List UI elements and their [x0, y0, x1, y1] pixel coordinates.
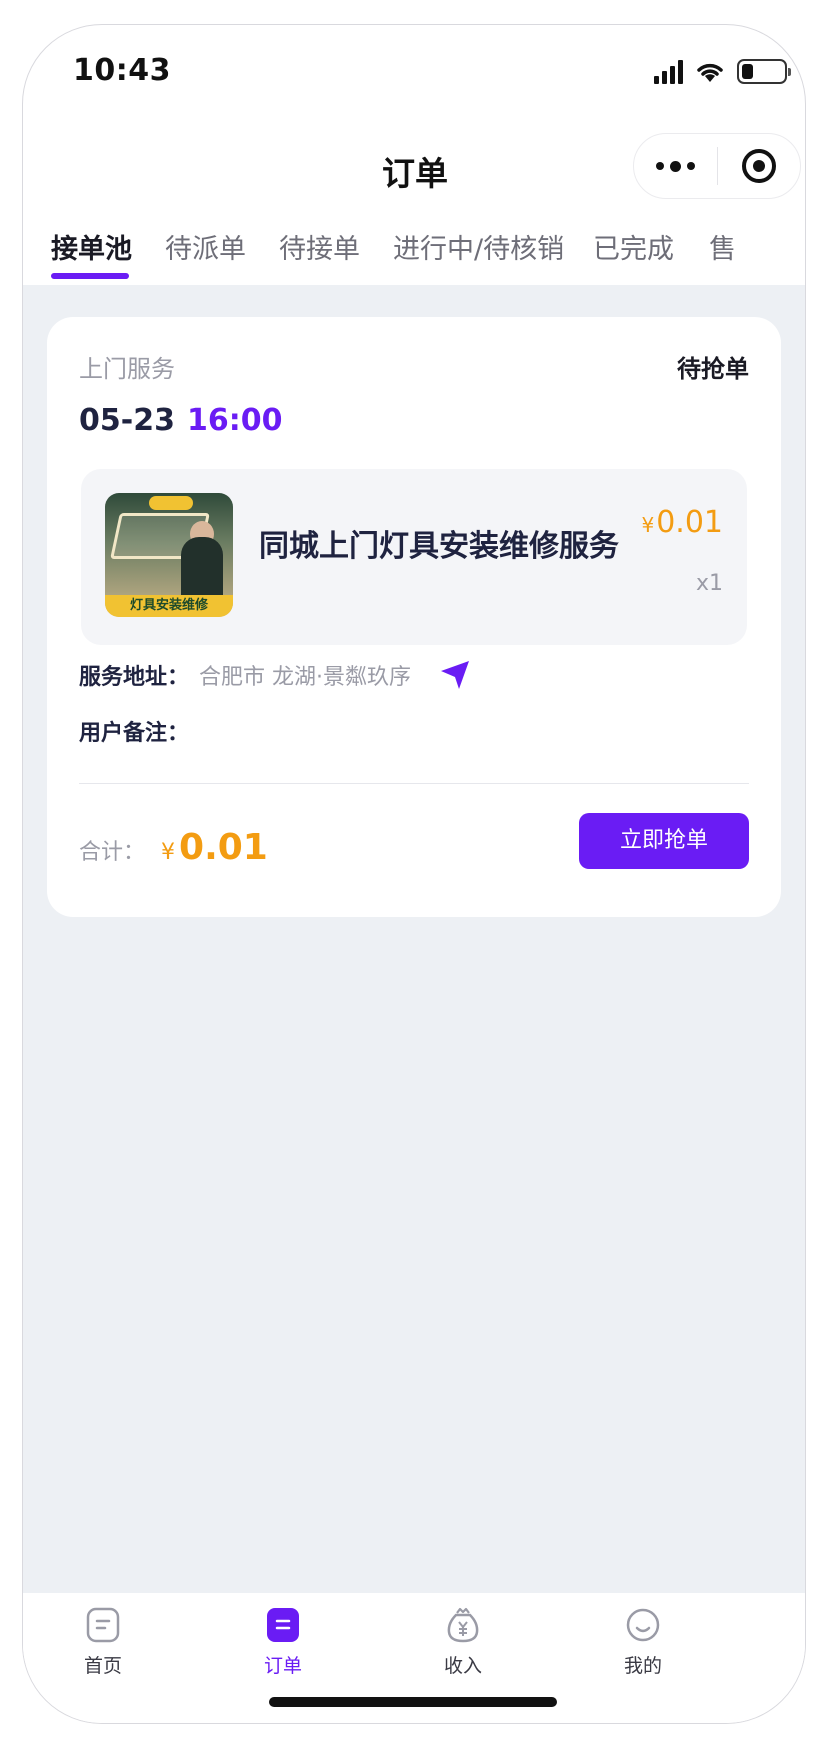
tabbar-income[interactable]: 收入	[403, 1607, 523, 1678]
nav-bar: 订单	[23, 121, 805, 213]
total-row: 合计： ¥ 0.01	[79, 827, 268, 868]
navigation-arrow-icon[interactable]	[437, 657, 473, 693]
order-tabs: 接单池 待派单 待接单 进行中/待核销 已完成 售	[23, 213, 805, 293]
service-address-row: 服务地址： 合肥市 龙湖·景粼玖序	[79, 657, 473, 693]
profile-icon	[626, 1608, 660, 1642]
service-type: 上门服务	[79, 355, 175, 383]
total-currency: ¥	[161, 840, 176, 865]
close-button[interactable]	[718, 134, 801, 198]
appointment-date: 05-23	[79, 403, 175, 438]
grab-order-button[interactable]: 立即抢单	[579, 813, 749, 869]
thumbnail-banner: 灯具安装维修	[105, 595, 233, 617]
close-target-icon	[741, 149, 776, 183]
order-list: 上门服务 待抢单 05-23 16:00 灯具安装维修 同城上门灯具安装维修服务 …	[23, 285, 805, 1593]
total-label: 合计：	[79, 840, 146, 865]
status-icons	[654, 59, 791, 84]
thumbnail-logo	[149, 496, 193, 510]
battery-icon	[737, 59, 791, 84]
tab-pending-accept[interactable]: 待接单	[279, 227, 360, 266]
technician-figure	[181, 537, 223, 601]
user-remark: 用户备注：	[79, 721, 190, 746]
tab-pending-dispatch[interactable]: 待派单	[165, 227, 246, 266]
address-value: 合肥市 龙湖·景粼玖序	[199, 665, 412, 690]
tabbar-profile[interactable]: 我的	[583, 1607, 703, 1678]
tabbar-orders-label: 订单	[263, 1655, 302, 1677]
home-icon	[86, 1607, 120, 1643]
tab-completed[interactable]: 已完成	[593, 227, 674, 266]
mini-program-capsule	[633, 133, 801, 199]
total-amount: 0.01	[179, 827, 268, 868]
tabbar-home[interactable]: 首页	[43, 1607, 163, 1678]
tab-after-sales[interactable]: 售	[709, 227, 736, 266]
tabbar-orders[interactable]: 订单	[223, 1607, 343, 1678]
status-time: 10:43	[73, 53, 171, 88]
more-button[interactable]	[634, 134, 717, 198]
tab-indicator	[51, 273, 129, 279]
order-card[interactable]: 上门服务 待抢单 05-23 16:00 灯具安装维修 同城上门灯具安装维修服务 …	[47, 317, 781, 917]
tab-in-progress[interactable]: 进行中/待核销	[393, 227, 564, 266]
product-currency: ¥	[641, 513, 655, 537]
status-bar: 10:43	[23, 25, 805, 121]
tabbar-home-label: 首页	[83, 1655, 122, 1677]
product-price: ¥0.01	[641, 505, 723, 540]
tab-order-pool[interactable]: 接单池	[51, 227, 132, 266]
product-name: 同城上门灯具安装维修服务	[259, 529, 619, 564]
product-item[interactable]: 灯具安装维修 同城上门灯具安装维修服务 ¥0.01 x1	[81, 469, 747, 645]
tabbar-income-label: 收入	[443, 1655, 482, 1677]
wifi-icon	[697, 63, 723, 82]
appointment-time: 16:00	[186, 403, 283, 438]
product-quantity: x1	[695, 571, 723, 596]
home-indicator	[269, 1697, 557, 1707]
product-thumbnail: 灯具安装维修	[105, 493, 233, 617]
income-icon	[447, 1607, 479, 1643]
appointment-datetime: 05-23 16:00	[79, 403, 282, 438]
order-status: 待抢单	[677, 355, 749, 383]
address-label: 服务地址：	[79, 665, 190, 690]
more-dots-icon	[655, 160, 695, 172]
order-icon	[267, 1608, 299, 1642]
tabbar-profile-label: 我的	[623, 1655, 662, 1677]
phone-frame: 10:43 订单 接单池 待派单 待接单 进行中/待核销 已完成 售 上门服务 …	[22, 24, 806, 1724]
signal-icon	[654, 59, 683, 84]
card-divider	[79, 783, 749, 784]
product-price-value: 0.01	[656, 505, 723, 540]
